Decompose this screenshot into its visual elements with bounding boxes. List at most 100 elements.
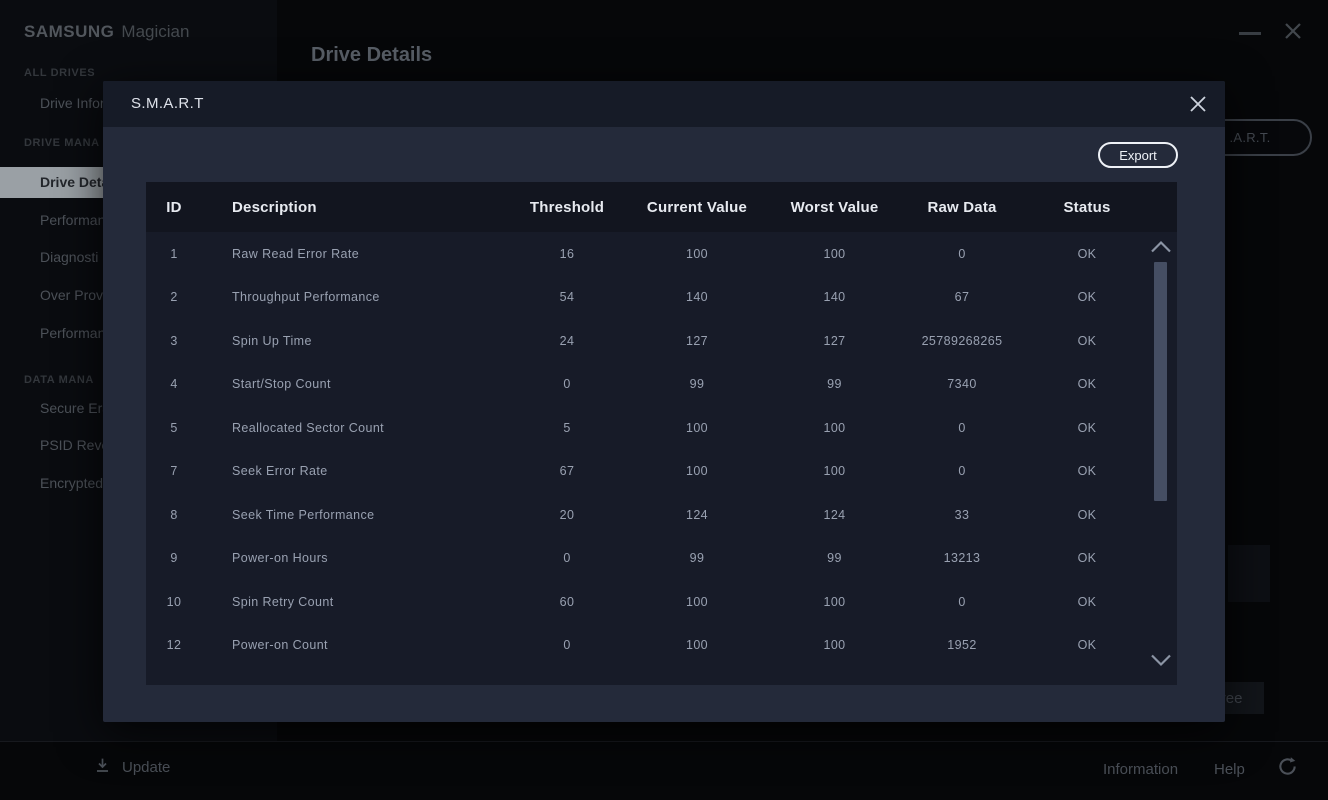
export-button[interactable]: Export	[1098, 142, 1178, 168]
table-cell: Reallocated Sector Count	[202, 421, 512, 435]
logo-magician: Magician	[121, 22, 189, 41]
table-cell: 100	[622, 247, 772, 261]
table-cell: 3	[146, 334, 202, 348]
table-cell: 140	[622, 290, 772, 304]
table-cell: 2	[146, 290, 202, 304]
sidebar-section-drive-management: DRIVE MANA	[24, 137, 100, 149]
table-cell: 100	[772, 464, 897, 478]
column-header-status: Status	[1027, 199, 1147, 216]
sidebar-item-drive-information[interactable]: Drive Infor	[40, 95, 105, 111]
sidebar-item-psid-revert[interactable]: PSID Reve	[40, 437, 109, 453]
update-label: Update	[122, 759, 170, 776]
table-cell: Start/Stop Count	[202, 377, 512, 391]
table-cell: 16	[512, 247, 622, 261]
table-cell: 25789268265	[897, 334, 1027, 348]
sidebar-item-over-provisioning[interactable]: Over Prov	[40, 287, 103, 303]
sidebar-item-performance-optimization[interactable]: Performan	[40, 212, 105, 228]
footer-bar: Update Information Help	[0, 741, 1328, 800]
table-cell: 67	[897, 290, 1027, 304]
table-cell: 0	[512, 638, 622, 652]
scrollbar-thumb[interactable]	[1154, 262, 1167, 501]
chevron-down-icon[interactable]	[1150, 653, 1172, 673]
table-cell: 0	[512, 551, 622, 565]
table-cell: Seek Time Performance	[202, 508, 512, 522]
table-cell: OK	[1027, 464, 1147, 478]
table-cell: OK	[1027, 421, 1147, 435]
table-cell: 100	[772, 638, 897, 652]
update-button[interactable]: Update	[94, 757, 170, 778]
table-row: 3Spin Up Time2412712725789268265OK	[146, 319, 1177, 363]
table-cell: 100	[622, 638, 772, 652]
table-cell: 124	[772, 508, 897, 522]
table-cell: 5	[512, 421, 622, 435]
samsung-magician-window: SAMSUNG Magician ALL DRIVES Drive Infor D…	[0, 0, 1328, 800]
minimize-icon[interactable]	[1239, 32, 1261, 35]
dialog-close-icon[interactable]	[1188, 94, 1208, 114]
table-cell: 10	[146, 595, 202, 609]
table-row: 5Reallocated Sector Count51001000OK	[146, 406, 1177, 450]
sidebar-item-encrypted-drive[interactable]: Encrypted	[40, 475, 103, 491]
table-cell: 100	[622, 595, 772, 609]
smart-dialog: S.M.A.R.T Export ID Description Threshol…	[103, 81, 1225, 722]
table-cell: Throughput Performance	[202, 290, 512, 304]
table-cell: 0	[897, 421, 1027, 435]
table-cell: 99	[772, 551, 897, 565]
table-cell: 9	[146, 551, 202, 565]
column-header-threshold: Threshold	[512, 199, 622, 216]
table-cell: 13213	[897, 551, 1027, 565]
table-cell: 99	[622, 377, 772, 391]
table-cell: 0	[512, 377, 622, 391]
table-cell: 100	[772, 247, 897, 261]
sidebar-section-data-management: DATA MANA	[24, 374, 94, 386]
sidebar-item-drive-details[interactable]: Drive Deta	[40, 174, 109, 190]
table-cell: 1952	[897, 638, 1027, 652]
column-header-id: ID	[146, 199, 202, 216]
information-link[interactable]: Information	[1103, 761, 1178, 778]
table-cell: 4	[146, 377, 202, 391]
table-cell: 33	[897, 508, 1027, 522]
chevron-up-icon[interactable]	[1150, 239, 1172, 259]
table-cell: 0	[897, 464, 1027, 478]
refresh-icon[interactable]	[1277, 756, 1298, 782]
table-row: 4Start/Stop Count099997340OK	[146, 363, 1177, 407]
sidebar-section-all-drives: ALL DRIVES	[24, 67, 95, 79]
table-cell: 140	[772, 290, 897, 304]
table-cell: Power-on Count	[202, 638, 512, 652]
table-cell: 20	[512, 508, 622, 522]
table-cell: 5	[146, 421, 202, 435]
table-cell: OK	[1027, 595, 1147, 609]
table-cell: 1	[146, 247, 202, 261]
page-title: Drive Details	[311, 44, 432, 67]
column-header-raw-data: Raw Data	[897, 199, 1027, 216]
table-cell: OK	[1027, 290, 1147, 304]
table-cell: 54	[512, 290, 622, 304]
app-logo: SAMSUNG Magician	[24, 22, 189, 42]
column-header-description: Description	[202, 199, 512, 216]
table-cell: Seek Error Rate	[202, 464, 512, 478]
table-cell: 60	[512, 595, 622, 609]
background-panel-fragment	[1228, 545, 1270, 602]
sidebar-item-performance-benchmark[interactable]: Performan	[40, 325, 105, 341]
table-cell: 12	[146, 638, 202, 652]
table-row: 2Throughput Performance5414014067OK	[146, 276, 1177, 320]
close-icon[interactable]	[1283, 21, 1303, 46]
table-row: 1Raw Read Error Rate161001000OK	[146, 232, 1177, 276]
table-cell: 0	[897, 595, 1027, 609]
sidebar-item-diagnostic-scan[interactable]: Diagnosti	[40, 249, 98, 265]
sidebar-item-secure-erase[interactable]: Secure Era	[40, 400, 110, 416]
table-cell: 100	[622, 421, 772, 435]
smart-table-body: 1Raw Read Error Rate161001000OK2Throughp…	[146, 232, 1177, 667]
logo-samsung: SAMSUNG	[24, 22, 114, 41]
download-icon	[94, 757, 111, 778]
table-cell: OK	[1027, 638, 1147, 652]
table-cell: 100	[622, 464, 772, 478]
table-row: 12Power-on Count01001001952OK	[146, 624, 1177, 668]
smart-page-button-label: .A.R.T.	[1229, 130, 1270, 145]
help-link[interactable]: Help	[1214, 761, 1245, 778]
column-header-current-value: Current Value	[622, 199, 772, 216]
table-row: 7Seek Error Rate671001000OK	[146, 450, 1177, 494]
table-cell: 7340	[897, 377, 1027, 391]
table-cell: OK	[1027, 377, 1147, 391]
table-header-row: ID Description Threshold Current Value W…	[146, 182, 1177, 232]
table-cell: Power-on Hours	[202, 551, 512, 565]
